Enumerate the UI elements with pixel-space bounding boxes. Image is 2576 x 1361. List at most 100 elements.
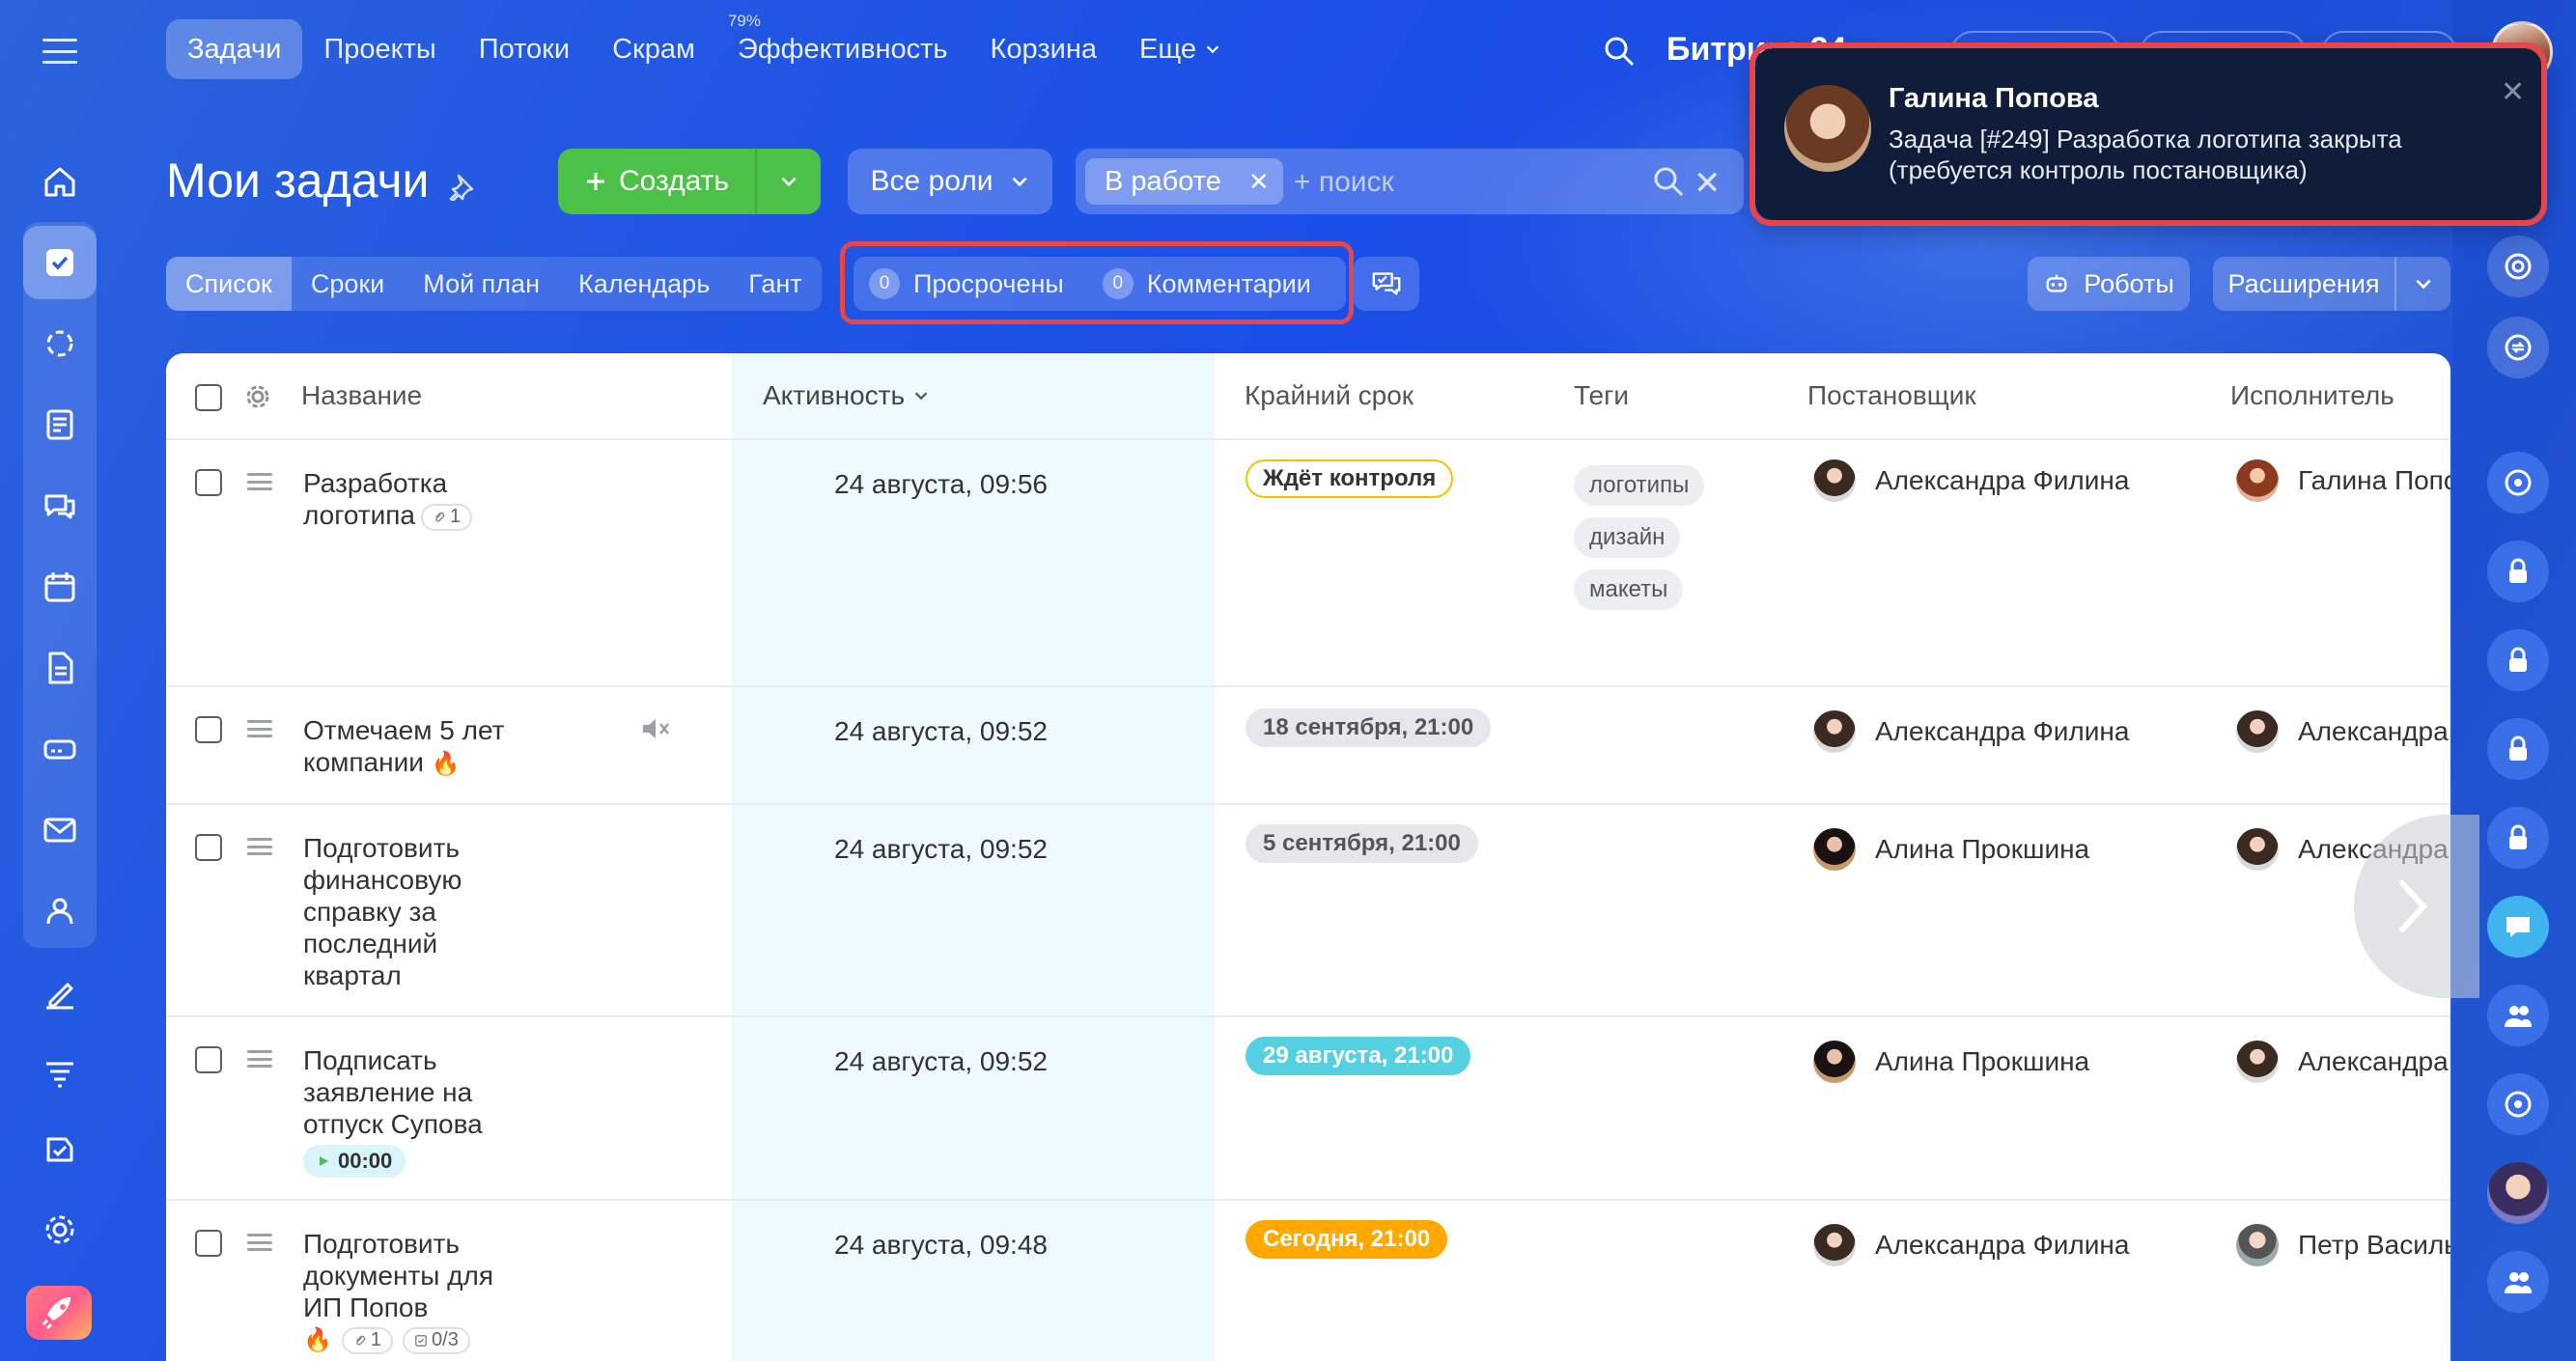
tag[interactable]: макеты [1574, 569, 1684, 610]
task-title[interactable]: Отмечаем 5 лет компании 🔥 [303, 714, 525, 780]
table-row[interactable]: Подготовить финансовую справку за послед… [166, 805, 2450, 1017]
drive-icon[interactable] [37, 726, 83, 772]
assignee[interactable]: Галина Попова [2236, 459, 2450, 502]
feed-icon[interactable] [37, 402, 83, 448]
mail-icon[interactable] [37, 807, 83, 853]
assignee[interactable]: Александра Филина [2236, 1041, 2450, 1083]
lock-icon[interactable] [2487, 541, 2549, 602]
deadline-badge[interactable]: 5 сентября, 21:00 [1246, 824, 1478, 863]
sign-icon[interactable] [37, 969, 83, 1015]
close-icon[interactable]: ✕ [1248, 167, 1270, 197]
filter-search-box[interactable]: В работе ✕ + поиск ✕ [1076, 149, 1744, 214]
avatar[interactable] [2487, 1162, 2549, 1224]
read-all-button[interactable] [1354, 257, 1419, 311]
deadline-badge[interactable]: 29 августа, 21:00 [1246, 1037, 1471, 1075]
rocket-icon[interactable] [26, 1286, 92, 1340]
tab-scrum[interactable]: Скрам [591, 19, 716, 79]
chat-icon[interactable] [37, 483, 83, 529]
column-tags[interactable]: Теги [1574, 380, 1629, 411]
column-deadline[interactable]: Крайний срок [1245, 380, 1414, 411]
group-icon[interactable] [2487, 985, 2549, 1046]
extensions-menu-button[interactable] [2396, 273, 2450, 294]
table-row[interactable]: Подготовить документы для ИП Попов 🔥 1 0… [166, 1201, 2450, 1361]
create-menu-button[interactable] [757, 171, 821, 192]
tab-trash[interactable]: Корзина [969, 19, 1118, 79]
drag-handle-icon[interactable] [247, 1050, 272, 1068]
tab-flows[interactable]: Потоки [458, 19, 591, 79]
tab-my-plan[interactable]: Мой план [404, 257, 559, 311]
creator[interactable]: Алина Прокшина [1813, 1041, 2089, 1083]
search-input[interactable]: + поиск [1294, 166, 1394, 199]
creator[interactable]: Александра Филина [1813, 459, 2129, 502]
clear-icon[interactable]: ✕ [1694, 164, 1722, 203]
tab-list[interactable]: Список [166, 257, 292, 311]
task-title[interactable]: Подготовить документы для ИП Попов [303, 1228, 535, 1323]
flows-icon[interactable] [37, 320, 83, 367]
tag[interactable]: дизайн [1574, 517, 1681, 558]
search-icon[interactable] [1651, 164, 1686, 199]
extensions-button[interactable]: Расширения [2213, 257, 2450, 311]
time-tracker[interactable]: 00:00 [303, 1145, 406, 1178]
employees-icon[interactable] [37, 888, 83, 934]
tag[interactable]: логотипы [1574, 465, 1705, 506]
mute-icon[interactable] [639, 714, 672, 743]
creator[interactable]: Александра Филина [1813, 710, 2129, 753]
openlines-icon[interactable] [2487, 452, 2549, 514]
gear-icon[interactable] [243, 382, 272, 411]
assignee[interactable]: Александра Филина [2236, 710, 2450, 753]
pin-icon[interactable] [447, 172, 476, 203]
robots-button[interactable]: Роботы [2028, 257, 2190, 311]
task-title[interactable]: Подготовить финансовую справку за послед… [303, 832, 487, 991]
task-title[interactable]: Разработка логотипа 1 [303, 467, 525, 531]
filter-chip[interactable]: В работе ✕ [1085, 158, 1283, 205]
row-checkbox[interactable] [195, 1230, 222, 1257]
lock-icon[interactable] [2487, 629, 2549, 691]
filter-icon[interactable] [37, 1050, 83, 1097]
drag-handle-icon[interactable] [247, 1234, 272, 1251]
row-checkbox[interactable] [195, 469, 222, 496]
select-all-checkbox[interactable] [195, 384, 222, 411]
assignee[interactable]: Петр Васильев [2236, 1224, 2450, 1266]
tab-gantt[interactable]: Гант [729, 257, 821, 311]
shop-icon[interactable] [37, 1125, 83, 1172]
menu-icon[interactable] [42, 39, 77, 64]
row-checkbox[interactable] [195, 716, 222, 743]
search-icon[interactable] [1603, 35, 1636, 68]
support-icon[interactable] [2487, 236, 2549, 297]
tab-more[interactable]: Еще [1118, 19, 1243, 79]
table-row[interactable]: Подписать заявление на отпуск Супова 00:… [166, 1017, 2450, 1201]
settings-icon[interactable] [37, 1207, 83, 1253]
deadline-badge[interactable]: 18 сентября, 21:00 [1246, 708, 1492, 747]
tab-deadlines[interactable]: Сроки [292, 257, 404, 311]
tab-efficiency[interactable]: 79% Эффективность [716, 12, 969, 79]
column-title[interactable]: Название [301, 380, 422, 411]
documents-icon[interactable] [37, 645, 83, 691]
roles-dropdown[interactable]: Все роли [848, 149, 1052, 214]
chat-bubble-icon[interactable] [2487, 896, 2549, 958]
home-icon[interactable] [37, 158, 83, 205]
row-checkbox[interactable] [195, 834, 222, 861]
drag-handle-icon[interactable] [247, 838, 272, 855]
row-checkbox[interactable] [195, 1046, 222, 1073]
table-row[interactable]: Разработка логотипа 1 24 августа, 09:56 … [166, 440, 2450, 687]
calendar-icon[interactable] [37, 564, 83, 610]
table-row[interactable]: Отмечаем 5 лет компании 🔥 24 августа, 09… [166, 687, 2450, 805]
create-button[interactable]: Создать [558, 149, 821, 214]
deadline-badge[interactable]: Ждёт контроля [1246, 459, 1454, 498]
drag-handle-icon[interactable] [247, 720, 272, 737]
tab-calendar[interactable]: Календарь [559, 257, 729, 311]
creator[interactable]: Алина Прокшина [1813, 828, 2089, 871]
openlines-icon[interactable] [2487, 1073, 2549, 1135]
column-activity[interactable]: Активность [763, 380, 930, 411]
deadline-badge[interactable]: Сегодня, 21:00 [1246, 1220, 1448, 1259]
group-icon[interactable] [2487, 1251, 2549, 1313]
creator[interactable]: Александра Филина [1813, 1224, 2129, 1266]
tab-projects[interactable]: Проекты [302, 19, 457, 79]
lock-icon[interactable] [2487, 718, 2549, 780]
task-title[interactable]: Подписать заявление на отпуск Супова [303, 1044, 506, 1140]
column-creator[interactable]: Постановщик [1807, 380, 1976, 411]
tasks-icon[interactable] [37, 239, 83, 286]
sync-icon[interactable] [2487, 317, 2549, 378]
tab-tasks[interactable]: Задачи [166, 19, 303, 79]
lock-icon[interactable] [2487, 807, 2549, 869]
